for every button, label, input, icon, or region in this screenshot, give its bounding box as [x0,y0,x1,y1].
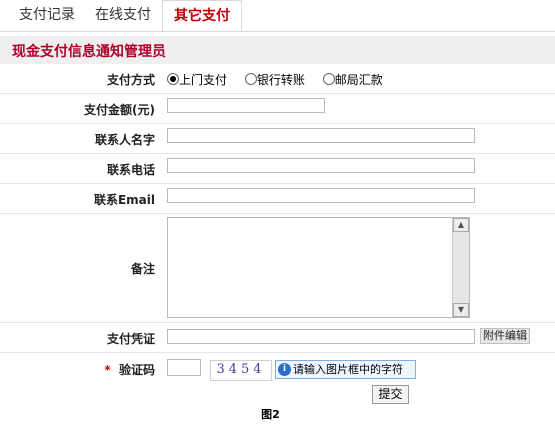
email-row: 联系Email [0,184,555,214]
tab-other-payment[interactable]: 其它支付 [162,0,242,32]
voucher-row: 支付凭证 附件编辑 [0,323,555,353]
amount-row: 支付金额(元) [0,94,555,124]
captcha-hint-text: 请输入图片框中的字符 [293,363,403,376]
contact-name-row: 联系人名字 [0,124,555,154]
remarks-row: 备注 ▲ ▼ [0,214,555,323]
radio-option-bank[interactable]: 银行转账 [244,73,305,87]
captcha-label: 验证码 [118,363,155,377]
required-mark: * [104,363,111,377]
email-label: 联系Email [93,193,155,207]
radio-door[interactable] [167,73,179,85]
payment-method-row: 支付方式 上门支付 银行转账 邮局汇款 [0,64,555,94]
tab-online-payment[interactable]: 在线支付 [88,0,158,31]
info-icon: i [278,363,291,376]
captcha-image[interactable]: 3454 [210,360,272,381]
captcha-hint: i 请输入图片框中的字符 [275,360,416,379]
captcha-row: * 验证码 3454 i 请输入图片框中的字符 [0,353,555,383]
contact-name-input[interactable] [167,128,475,143]
radio-option-door[interactable]: 上门支付 [167,73,227,87]
tab-bar: 支付记录 在线支付 其它支付 [0,0,555,32]
voucher-label: 支付凭证 [106,332,155,346]
captcha-input[interactable] [167,359,201,376]
phone-row: 联系电话 [0,154,555,184]
amount-label: 支付金额(元) [84,103,155,117]
amount-input[interactable] [167,98,325,113]
scroll-down-icon[interactable]: ▼ [453,303,469,317]
radio-post[interactable] [322,73,335,85]
scroll-up-icon[interactable]: ▲ [453,218,469,232]
voucher-input[interactable] [167,329,475,344]
phone-label: 联系电话 [106,163,155,177]
remarks-scrollbar[interactable]: ▲ ▼ [452,218,469,317]
radio-door-label: 上门支付 [179,73,228,87]
tab-divider [0,31,555,32]
radio-post-label: 邮局汇款 [334,73,383,87]
payment-method-label: 支付方式 [106,73,155,87]
payment-method-options: 上门支付 银行转账 邮局汇款 [167,71,397,88]
contact-name-label: 联系人名字 [94,133,155,147]
remarks-textarea[interactable]: ▲ ▼ [167,217,470,318]
tab-payment-records[interactable]: 支付记录 [14,0,80,31]
email-input[interactable] [167,188,475,203]
submit-button[interactable]: 提交 [372,385,409,404]
section-title: 现金支付信息通知管理员 [12,44,166,60]
radio-bank-label: 银行转账 [256,73,305,87]
phone-input[interactable] [167,158,475,173]
radio-bank[interactable] [244,73,257,85]
section-header: 现金支付信息通知管理员 [0,36,555,64]
attachment-edit-button[interactable]: 附件编辑 [480,328,530,344]
radio-option-post[interactable]: 邮局汇款 [322,73,383,87]
captcha-label-group: * 验证码 [104,361,155,378]
remarks-label: 备注 [130,262,155,276]
figure-caption: 图2 [261,408,280,421]
